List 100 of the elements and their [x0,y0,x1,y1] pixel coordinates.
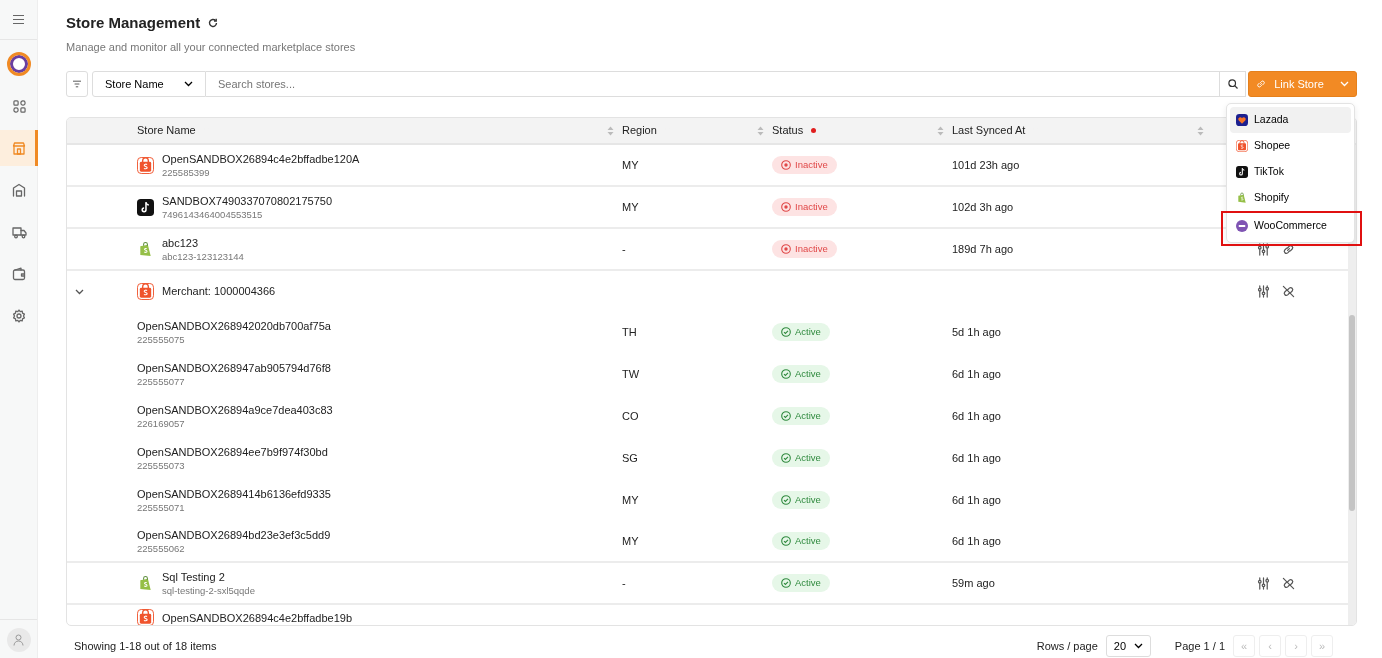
target-icon [781,243,791,254]
status-label: Inactive [795,157,828,172]
target-icon [781,201,791,212]
store-id: 225555062 [137,541,186,555]
menu-item[interactable]: Lazada [1230,107,1351,133]
shopping-bag-icon [137,282,154,300]
last-synced-cell: 6d 1h ago [952,534,1001,547]
store-id: 226169057 [137,416,186,430]
region-cell: CO [622,409,639,422]
items-count: Showing 1-18 out of 18 items [74,638,217,654]
heart-icon [1236,114,1248,126]
last-synced-cell: 189d 7h ago [952,242,1014,255]
sliders-icon[interactable] [1257,284,1270,298]
rows-per-page-select[interactable]: 20 [1105,635,1151,657]
menu-item[interactable]: Shopee [1230,133,1351,159]
search-icon [1227,79,1238,89]
status-label: Inactive [795,199,828,214]
store-name: OpenSANDBOX26894ee7b9f974f30bd [137,444,328,459]
chevron-down-icon [1339,81,1349,87]
menu-item[interactable]: TikTok [1230,159,1351,185]
store-name: abc123 [162,235,200,250]
menu-item[interactable]: Shopify [1230,185,1351,211]
status-label: Active [795,366,821,381]
dots-icon [1236,220,1248,232]
status-label: Active [795,450,821,465]
status-label: Active [795,575,821,590]
region-cell: MY [622,158,639,171]
status-label: Active [795,408,821,423]
check-circle-icon [781,326,791,337]
search-button[interactable] [1220,71,1246,97]
store-name: OpenSANDBOX268947ab905794d76f8 [137,360,331,375]
store-id: sql-testing-2-sxl5qqde [162,583,255,597]
shopping-bag-icon [137,240,154,258]
wallet-icon [12,267,26,281]
store-name: OpenSANDBOX26894c4e2bffadbe19b [162,610,352,625]
store-id: 225555077 [137,374,186,388]
shopping-bag-icon [137,609,154,625]
column-header: Region [622,123,657,139]
shopping-bag-icon [137,574,154,592]
store-name: OpenSANDBOX2689414b6136efd9335 [137,486,331,501]
store-name: SANDBOX7490337070802175750 [162,193,333,208]
column-header: Last Synced At [952,123,1026,139]
store-id: abc123-123123144 [162,249,244,263]
music-note-icon [137,198,154,216]
menu-item[interactable]: WooCommerce [1230,213,1351,239]
rows-per-page-label: Rows / page [1036,638,1098,654]
sliders-icon[interactable] [1257,576,1270,590]
page-indicator: Page 1 / 1 [1174,638,1225,654]
settings-icon [12,309,26,323]
page-title: Store Management [66,13,201,33]
last-synced-cell: 6d 1h ago [952,493,1001,506]
storefront-icon [12,141,26,155]
store-name: OpenSANDBOX26894bd23e3ef3c5dd9 [137,527,331,542]
search-field[interactable]: Search stores... [206,71,1220,97]
shopping-bag-icon [1236,140,1248,152]
store-id: 225555071 [137,500,186,514]
grid-icon [12,99,26,113]
sliders-icon[interactable] [1257,242,1270,256]
last-synced-cell: 6d 1h ago [952,409,1001,422]
truck-icon [11,225,27,239]
last-synced-cell: 101d 23h ago [952,158,1020,171]
chevron-down-icon[interactable] [75,288,84,295]
field-select[interactable]: Store Name [92,71,206,97]
store-name: Sql Testing 2 [162,569,226,584]
region-cell: SG [622,451,638,464]
store-name: OpenSANDBOX26894a9ce7dea403c83 [137,402,333,417]
check-circle-icon [781,535,791,546]
filter-icon [73,80,81,88]
store-name: OpenSANDBOX268942020db700af75a [137,318,331,333]
column-header: Status [772,123,804,139]
check-circle-icon [781,410,791,421]
music-note-icon [1236,166,1248,178]
region-cell: MY [622,493,639,506]
check-circle-icon [781,577,791,588]
check-circle-icon [781,452,791,463]
last-synced-cell: 6d 1h ago [952,367,1001,380]
unlink-icon[interactable] [1282,576,1295,590]
last-synced-cell: 6d 1h ago [952,451,1001,464]
column-header: Store Name [137,123,196,139]
scrollbar[interactable] [1348,145,1356,625]
region-cell: TW [622,367,640,380]
store-id: 225555075 [137,332,186,346]
logo [6,52,31,76]
unlink-icon[interactable] [1282,284,1295,298]
status-label: Inactive [795,241,828,256]
region-cell: - [622,576,626,589]
status-label: Active [795,492,821,507]
menu-icon[interactable] [13,15,24,24]
last-synced-cell: 102d 3h ago [952,200,1014,213]
region-cell: - [622,242,626,255]
page-subtitle: Manage and monitor all your connected marketplace stores [66,39,357,55]
last-synced-cell: 5d 1h ago [952,325,1001,338]
merchant-name: Merchant: 1000004366 [162,284,276,298]
store-id: 7496143464004553515 [162,207,264,221]
warehouse-icon [12,183,26,197]
shopping-bag-icon [137,156,154,174]
chevron-down-icon [1133,643,1143,649]
region-cell: TH [622,325,637,338]
refresh-icon[interactable] [208,18,219,29]
status-label: Active [795,533,821,548]
